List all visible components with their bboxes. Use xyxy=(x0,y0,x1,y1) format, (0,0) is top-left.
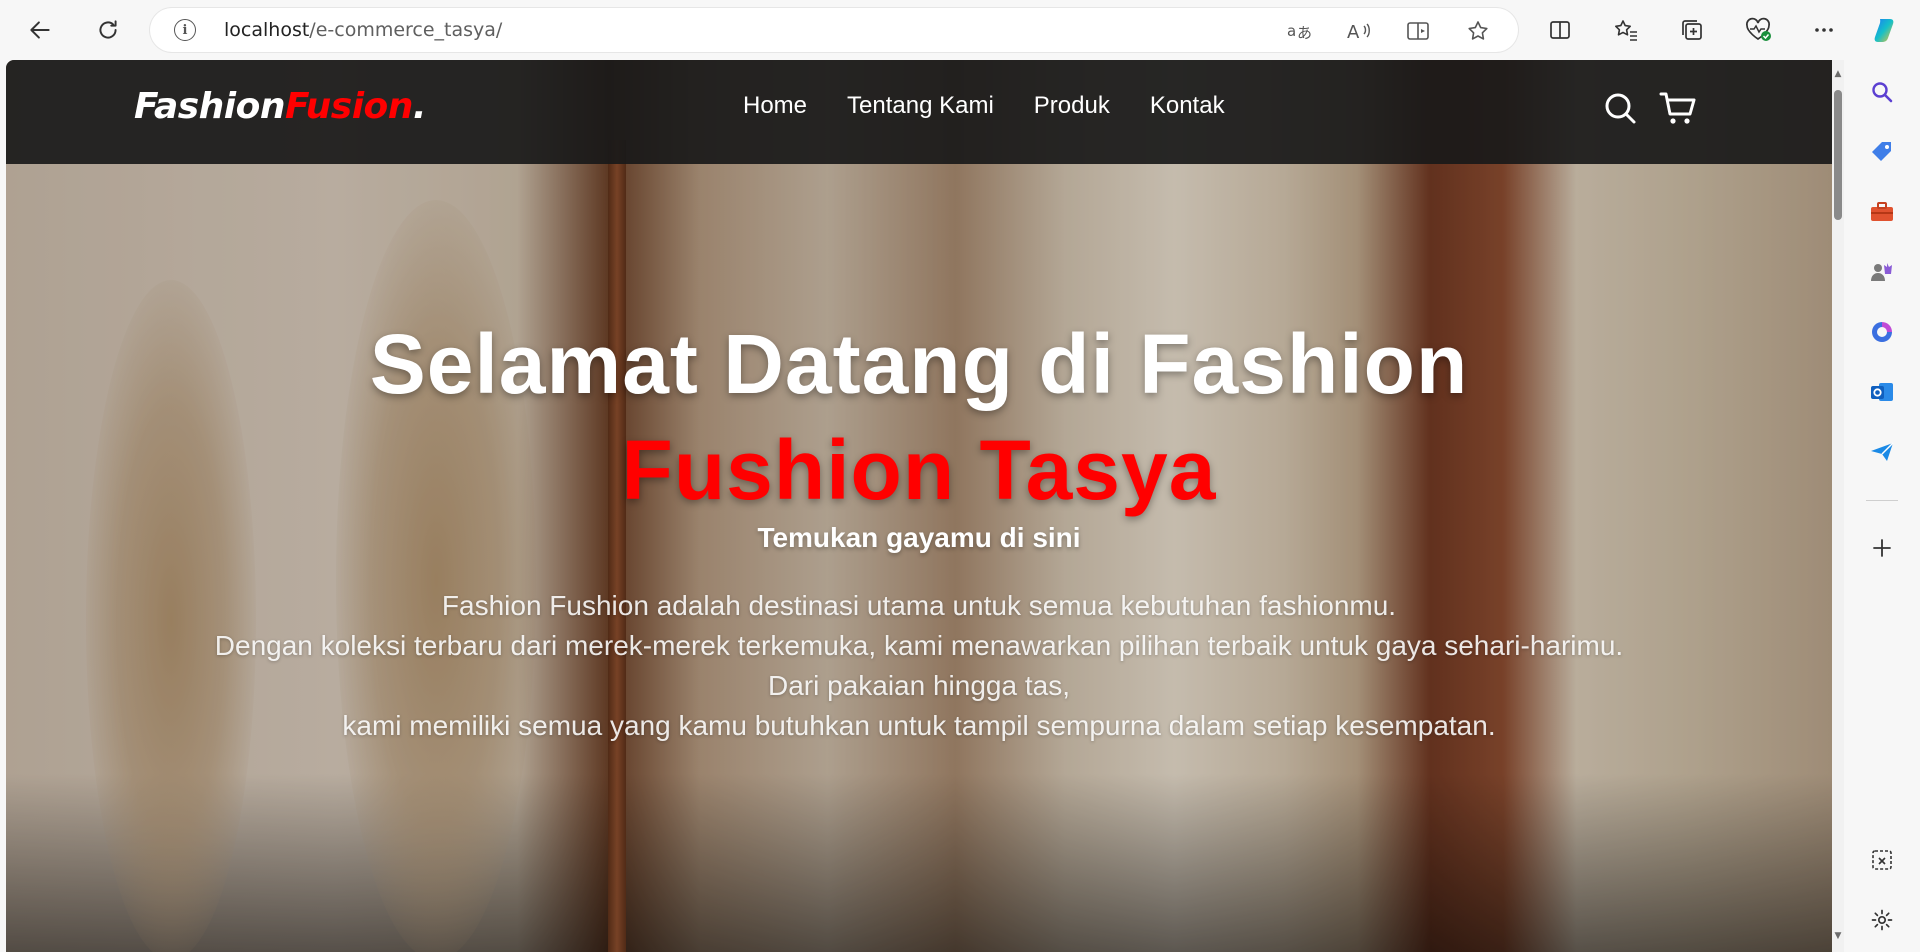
split-screen-icon[interactable] xyxy=(1542,12,1578,48)
games-icon[interactable] xyxy=(1868,258,1896,286)
hero-subtitle: Temukan gayamu di sini xyxy=(757,522,1081,553)
hero-title: Selamat Datang di Fashion xyxy=(369,317,1469,411)
site-logo[interactable]: FashionFusion. xyxy=(134,86,427,127)
translate-icon[interactable]: aあ xyxy=(1286,17,1314,45)
add-icon[interactable] xyxy=(1868,534,1896,562)
svg-text:a: a xyxy=(1287,22,1296,40)
browser-toolbar: i localhost/e-commerce_tasya/ aあ A xyxy=(0,0,1920,60)
send-icon[interactable] xyxy=(1868,438,1896,466)
svg-text:あ: あ xyxy=(1297,24,1312,42)
back-icon[interactable] xyxy=(22,12,58,48)
hero-description: Fashion Fushion adalah destinasi utama u… xyxy=(214,590,1624,741)
nav-link-produk[interactable]: Produk xyxy=(1034,92,1110,120)
main-menu: Home Tentang Kami Produk Kontak xyxy=(743,92,1225,120)
microsoft-365-icon[interactable] xyxy=(1868,318,1896,346)
settings-icon[interactable] xyxy=(1868,906,1896,934)
nav-link-home[interactable]: Home xyxy=(743,92,807,120)
copilot-icon[interactable] xyxy=(1868,12,1904,48)
shopping-tag-icon[interactable] xyxy=(1868,138,1896,166)
screenshot-icon[interactable] xyxy=(1868,846,1896,874)
favorite-star-icon[interactable] xyxy=(1464,17,1492,45)
page-viewport: FashionFusion. Home Tentang Kami Produk … xyxy=(6,60,1832,952)
svg-text:A: A xyxy=(1347,22,1360,42)
search-icon[interactable] xyxy=(1868,78,1896,106)
url-text: localhost/e-commerce_tasya/ xyxy=(224,19,503,41)
page-scrollbar[interactable]: ▲ ▼ xyxy=(1832,60,1844,952)
collections-icon[interactable] xyxy=(1674,12,1710,48)
nav-link-kontak[interactable]: Kontak xyxy=(1150,92,1225,120)
browser-sidebar xyxy=(1844,60,1920,952)
outlook-icon[interactable] xyxy=(1868,378,1896,406)
immersive-reader-icon[interactable] xyxy=(1404,17,1432,45)
search-icon[interactable] xyxy=(1600,88,1640,128)
scroll-thumb[interactable] xyxy=(1834,90,1842,220)
favorites-icon[interactable] xyxy=(1608,12,1644,48)
site-info-icon[interactable]: i xyxy=(174,19,196,41)
refresh-icon[interactable] xyxy=(90,12,126,48)
site-navbar: FashionFusion. Home Tentang Kami Produk … xyxy=(6,60,1832,164)
address-bar[interactable]: i localhost/e-commerce_tasya/ aあ A xyxy=(150,8,1518,52)
scroll-down-arrow[interactable]: ▼ xyxy=(1832,930,1844,942)
more-options-icon[interactable] xyxy=(1806,12,1842,48)
cart-icon[interactable] xyxy=(1658,88,1698,128)
read-aloud-icon[interactable]: A xyxy=(1346,17,1374,45)
hero-title-brand: Fushion Tasya xyxy=(621,423,1217,517)
tools-icon[interactable] xyxy=(1868,198,1896,226)
browser-essentials-icon[interactable] xyxy=(1740,12,1776,48)
nav-link-tentang-kami[interactable]: Tentang Kami xyxy=(847,92,994,120)
scroll-up-arrow[interactable]: ▲ xyxy=(1832,68,1844,80)
